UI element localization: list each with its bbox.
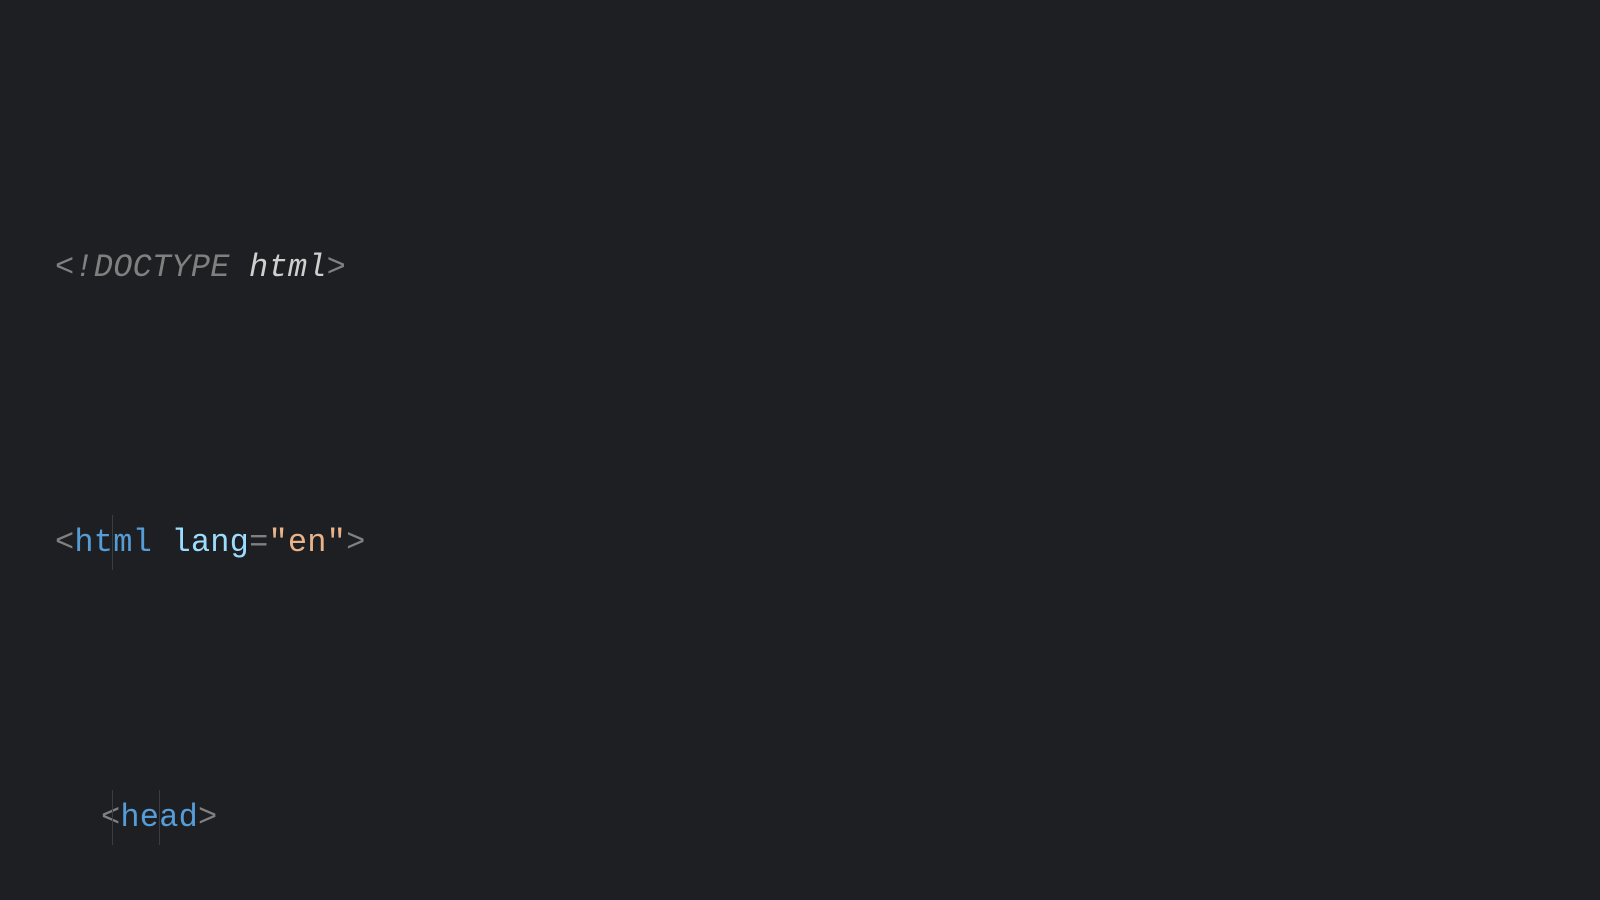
code-editor[interactable]: <!DOCTYPE html> <html lang="en"> <head> … bbox=[0, 0, 1600, 900]
indent-guide bbox=[159, 790, 160, 845]
code-line: <head> bbox=[55, 790, 1600, 845]
doctype-value: html bbox=[249, 249, 327, 286]
punct-gt: > bbox=[327, 249, 346, 286]
tag-html: html bbox=[74, 524, 152, 561]
indent-guide bbox=[112, 515, 113, 570]
code-line: <!DOCTYPE html> bbox=[55, 240, 1600, 295]
attr-lang: lang bbox=[171, 524, 249, 561]
code-line: <html lang="en"> bbox=[55, 515, 1600, 570]
punct-lt: < bbox=[55, 249, 74, 286]
doctype-keyword: !DOCTYPE bbox=[74, 249, 229, 286]
val-lang: "en" bbox=[268, 524, 346, 561]
indent-guide bbox=[112, 790, 113, 845]
